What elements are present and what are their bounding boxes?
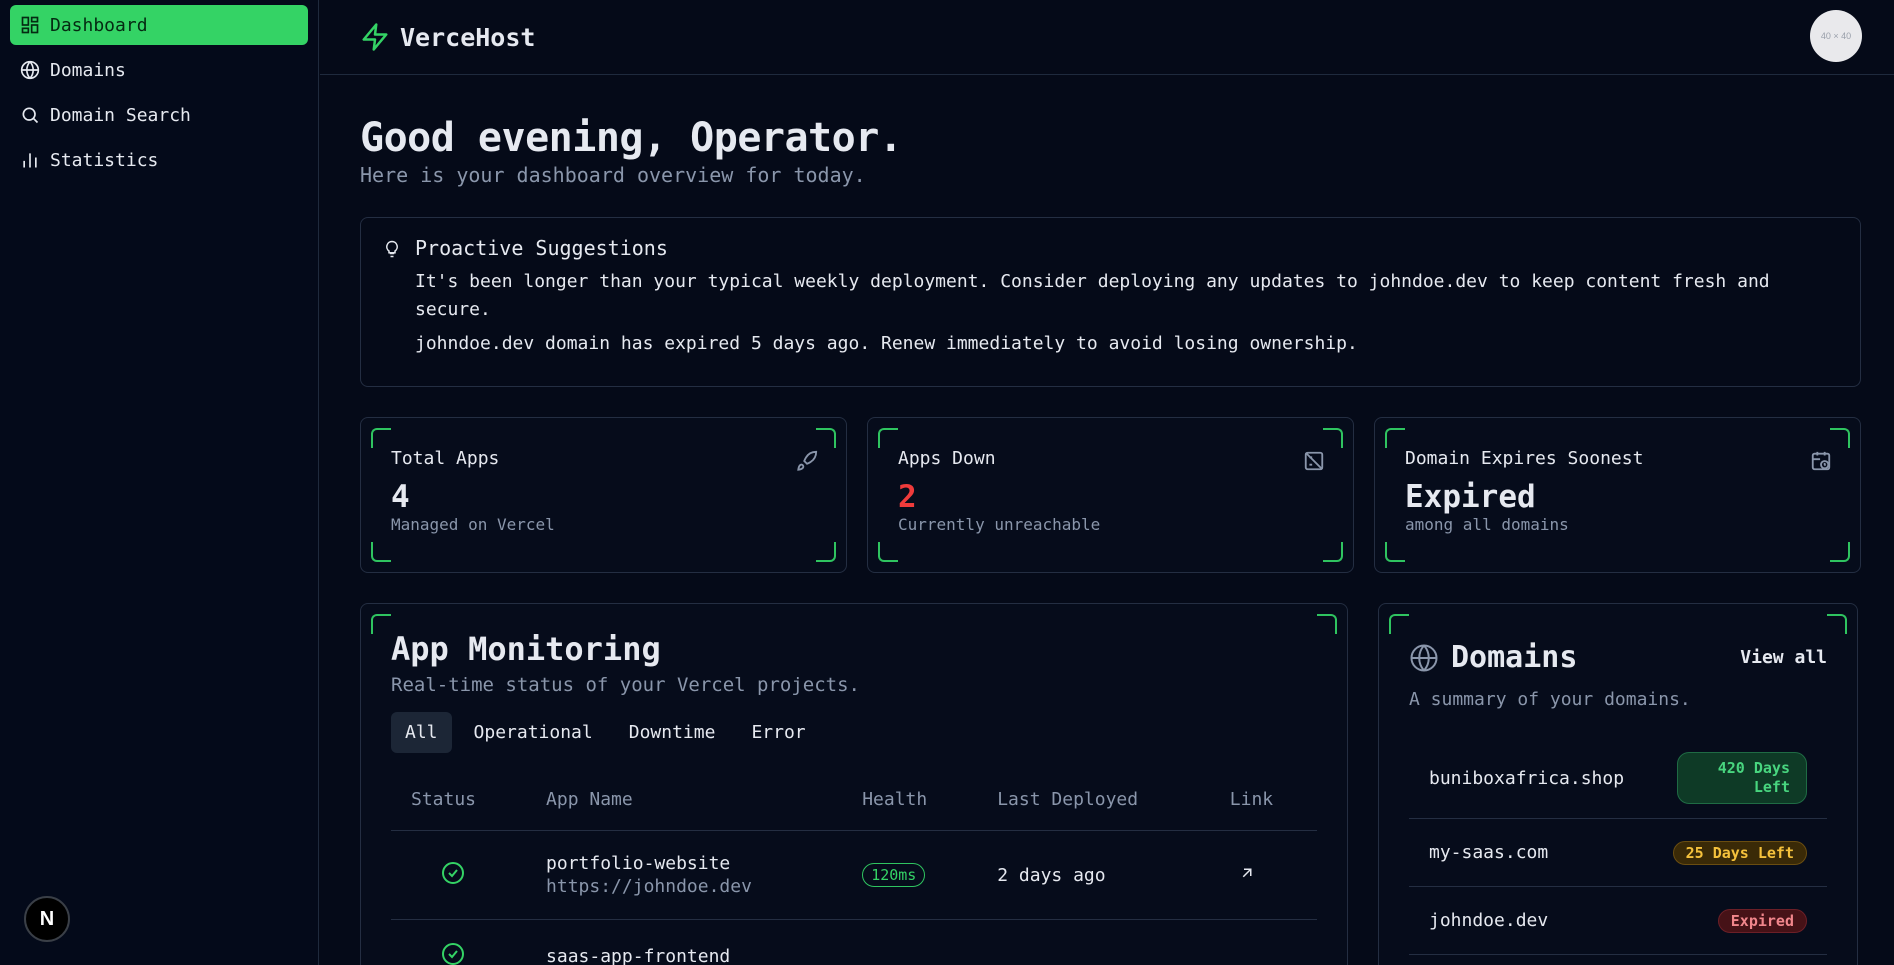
list-item[interactable]: johndoe.dev Expired [1409,887,1827,955]
lightbulb-icon [386,240,398,258]
proactive-suggestions: Proactive Suggestions It's been longer t… [360,217,1861,387]
stat-value: Expired [1405,479,1536,515]
check-circle-icon [442,861,464,884]
app-name: portfolio-website [546,853,731,874]
domains-card: Domains View all A summary of your domai… [1378,603,1858,965]
brand-name: VerceHost [400,22,536,52]
stat-desc: among all domains [1405,515,1569,534]
status-badge: Expired [1717,908,1807,933]
sidebar: Dashboard Domains Domain Search Statisti… [0,0,319,965]
sidebar-item-domains[interactable]: Domains [10,50,308,90]
domain-name: johndoe.dev [1429,910,1549,931]
apps-table: Status App Name Health Last Deployed Lin… [391,789,1317,965]
stat-title: Domain Expires Soonest [1405,448,1644,469]
list-item[interactable]: buniboxafrica.shop 420 Days Left [1409,738,1827,819]
status-badge: 420 Days Left [1677,752,1807,804]
domain-name: my-saas.com [1429,842,1549,863]
tab-operational[interactable]: Operational [460,712,607,753]
domains-title: Domains [1451,640,1578,675]
app-monitoring-title: App Monitoring [391,630,661,668]
sidebar-item-statistics[interactable]: Statistics [10,140,308,180]
tab-all[interactable]: All [391,712,452,753]
brand[interactable]: VerceHost [360,22,535,52]
stat-title: Total Apps [391,448,500,469]
domain-name: buniboxafrica.shop [1429,767,1625,789]
sidebar-item-label: Domain Search [50,104,191,126]
column-header-app-name: App Name [526,789,843,831]
sidebar-nav: Dashboard Domains Domain Search Statisti… [0,0,318,190]
app-url[interactable]: https://johndoe.dev [546,876,822,897]
page-subtitle: Here is your dashboard overview for toda… [360,163,866,187]
app-name: saas-app-frontend [546,946,731,965]
top-bar: VerceHost 40 × 40 [320,0,1894,75]
column-header-health: Health [842,789,978,831]
suggestion-item: It's been longer than your typical weekl… [415,271,1770,320]
stat-desc: Managed on Vercel [391,515,555,534]
tab-error[interactable]: Error [737,712,819,753]
stat-card-domain-expires: Domain Expires Soonest Expired among all… [1374,417,1861,573]
stat-desc: Currently unreachable [898,515,1101,534]
column-header-status: Status [391,789,527,831]
app-monitoring-desc: Real-time status of your Vercel projects… [391,674,860,696]
globe-icon [20,60,40,80]
app-monitoring-card: App Monitoring Real-time status of your … [360,603,1348,965]
tab-downtime[interactable]: Downtime [615,712,730,753]
rocket-icon [797,450,818,471]
sidebar-item-domain-search[interactable]: Domain Search [10,95,308,135]
dashboard-icon [21,16,39,34]
status-badge: 25 Days Left [1672,840,1807,865]
table-row[interactable]: saas-app-frontend [391,919,1317,965]
avatar[interactable]: 40 × 40 [1810,10,1862,62]
search-icon [22,107,39,124]
stat-title: Apps Down [898,448,996,469]
view-all-link[interactable]: View all [1740,647,1827,668]
suggestions-title: Proactive Suggestions [415,236,668,260]
last-deployed: 2 days ago [977,830,1210,920]
sidebar-item-label: Dashboard [50,14,148,36]
domains-list: buniboxafrica.shop 420 Days Left my-saas… [1409,738,1827,955]
stat-card-total-apps: Total Apps 4 Managed on Vercel [360,417,847,573]
table-row[interactable]: portfolio-website https://johndoe.dev 12… [391,830,1317,920]
health-badge: 120ms [862,863,926,887]
suggestion-item: johndoe.dev domain has expired 5 days ag… [415,333,1358,354]
lower-section: App Monitoring Real-time status of your … [360,603,1861,965]
stat-card-apps-down: Apps Down 2 Currently unreachable [867,417,1354,573]
sidebar-item-label: Statistics [50,149,159,171]
bar-chart-icon [23,153,37,168]
column-header-link: Link [1209,789,1317,831]
column-header-last-deployed: Last Deployed [977,789,1210,831]
globe-icon [1410,644,1438,671]
stat-value: 4 [391,479,410,515]
next-devtools-badge[interactable]: N [24,896,70,942]
page-title: Good evening, Operator. [360,115,903,161]
stats-row: Total Apps 4 Managed on Vercel Apps Down… [360,417,1861,573]
sidebar-item-label: Domains [50,59,126,81]
main-content: Good evening, Operator. Here is your das… [360,75,1861,965]
server-off-icon [1304,451,1324,471]
stat-value: 2 [898,479,917,515]
list-item[interactable]: my-saas.com 25 Days Left [1409,819,1827,887]
domains-desc: A summary of your domains. [1409,689,1691,710]
calendar-clock-icon [1811,451,1831,471]
check-circle-icon [442,943,464,965]
sidebar-item-dashboard[interactable]: Dashboard [10,5,308,45]
lightning-icon [362,23,388,51]
external-link-icon[interactable] [1238,864,1256,882]
filter-tabs: All Operational Downtime Error [391,712,1317,753]
